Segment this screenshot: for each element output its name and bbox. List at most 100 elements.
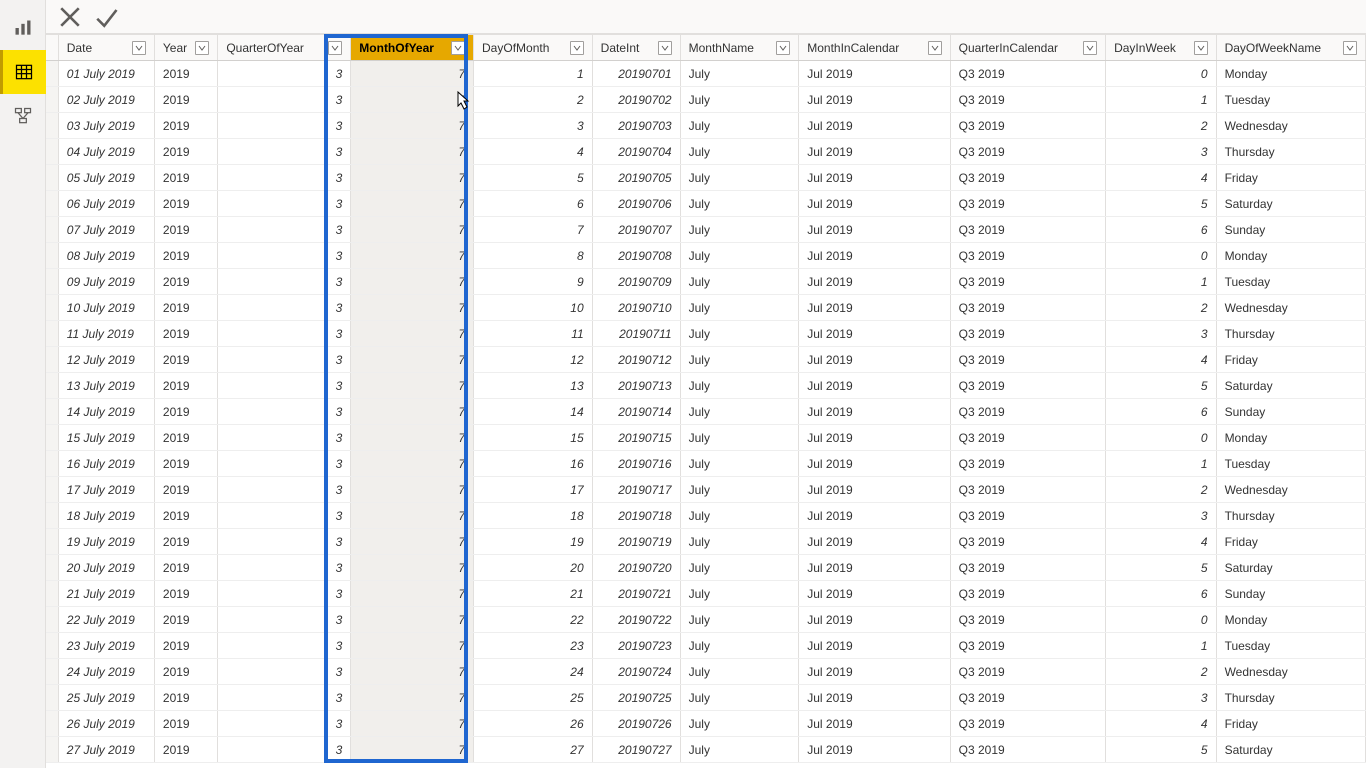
cell-dateint[interactable]: 20190727 [592, 737, 680, 763]
cell-quarterofyear[interactable]: 3 [218, 451, 351, 477]
cell-monthname[interactable]: July [680, 503, 799, 529]
cell-dateint[interactable]: 20190718 [592, 503, 680, 529]
cell-quarterincalendar[interactable]: Q3 2019 [950, 347, 1105, 373]
cell-quarterincalendar[interactable]: Q3 2019 [950, 685, 1105, 711]
cell-dayofmonth[interactable]: 10 [474, 295, 593, 321]
cell-quarterofyear[interactable]: 3 [218, 87, 351, 113]
cell-quarterincalendar[interactable]: Q3 2019 [950, 477, 1105, 503]
cell-dayofmonth[interactable]: 16 [474, 451, 593, 477]
cell-quarterofyear[interactable]: 3 [218, 399, 351, 425]
cell-dayinweek[interactable]: 0 [1106, 61, 1216, 87]
formula-input[interactable] [128, 5, 1356, 29]
cell-quarterofyear[interactable]: 3 [218, 191, 351, 217]
cell-year[interactable]: 2019 [154, 321, 217, 347]
cell-dayofmonth[interactable]: 17 [474, 477, 593, 503]
cell-year[interactable]: 2019 [154, 659, 217, 685]
cell-quarterofyear[interactable]: 3 [218, 139, 351, 165]
table-row[interactable]: 14 July 20192019371420190714JulyJul 2019… [46, 399, 1366, 425]
table-row[interactable]: 10 July 20192019371020190710JulyJul 2019… [46, 295, 1366, 321]
cell-quarterofyear[interactable]: 3 [218, 633, 351, 659]
column-filter-button[interactable] [328, 41, 342, 55]
column-filter-button[interactable] [658, 41, 672, 55]
cell-monthname[interactable]: July [680, 607, 799, 633]
cell-dayofmonth[interactable]: 25 [474, 685, 593, 711]
cell-dayinweek[interactable]: 4 [1106, 347, 1216, 373]
cell-monthincalendar[interactable]: Jul 2019 [799, 191, 950, 217]
cell-quarterincalendar[interactable]: Q3 2019 [950, 113, 1105, 139]
cell-year[interactable]: 2019 [154, 711, 217, 737]
cell-dayofweekname[interactable]: Friday [1216, 529, 1365, 555]
cell-dayofweekname[interactable]: Tuesday [1216, 451, 1365, 477]
cell-monthincalendar[interactable]: Jul 2019 [799, 555, 950, 581]
cell-dayofweekname[interactable]: Monday [1216, 607, 1365, 633]
cell-dateint[interactable]: 20190708 [592, 243, 680, 269]
cell-monthincalendar[interactable]: Jul 2019 [799, 451, 950, 477]
table-row[interactable]: 05 July 2019201937520190705JulyJul 2019Q… [46, 165, 1366, 191]
cell-monthincalendar[interactable]: Jul 2019 [799, 581, 950, 607]
cell-dayofweekname[interactable]: Thursday [1216, 503, 1365, 529]
cell-monthname[interactable]: July [680, 633, 799, 659]
cell-quarterincalendar[interactable]: Q3 2019 [950, 529, 1105, 555]
cell-dayinweek[interactable]: 5 [1106, 191, 1216, 217]
table-row[interactable]: 07 July 2019201937720190707JulyJul 2019Q… [46, 217, 1366, 243]
table-row[interactable]: 24 July 20192019372420190724JulyJul 2019… [46, 659, 1366, 685]
cell-monthname[interactable]: July [680, 529, 799, 555]
cell-monthofyear[interactable]: 7 [351, 217, 474, 243]
cell-monthincalendar[interactable]: Jul 2019 [799, 165, 950, 191]
cell-date[interactable]: 15 July 2019 [58, 425, 154, 451]
cell-monthname[interactable]: July [680, 139, 799, 165]
cell-quarterincalendar[interactable]: Q3 2019 [950, 217, 1105, 243]
cell-monthofyear[interactable]: 7 [351, 295, 474, 321]
cell-dateint[interactable]: 20190719 [592, 529, 680, 555]
cell-monthincalendar[interactable]: Jul 2019 [799, 711, 950, 737]
cell-quarterofyear[interactable]: 3 [218, 477, 351, 503]
column-filter-button[interactable] [570, 41, 584, 55]
table-row[interactable]: 26 July 20192019372620190726JulyJul 2019… [46, 711, 1366, 737]
cell-monthname[interactable]: July [680, 243, 799, 269]
cell-monthofyear[interactable]: 7 [351, 711, 474, 737]
cell-year[interactable]: 2019 [154, 139, 217, 165]
cell-dayofmonth[interactable]: 8 [474, 243, 593, 269]
cell-quarterincalendar[interactable]: Q3 2019 [950, 243, 1105, 269]
cell-monthname[interactable]: July [680, 451, 799, 477]
cell-quarterofyear[interactable]: 3 [218, 711, 351, 737]
cell-quarterofyear[interactable]: 3 [218, 529, 351, 555]
cell-quarterofyear[interactable]: 3 [218, 373, 351, 399]
cell-dateint[interactable]: 20190721 [592, 581, 680, 607]
cell-monthofyear[interactable]: 7 [351, 113, 474, 139]
cell-quarterofyear[interactable]: 3 [218, 165, 351, 191]
cell-quarterincalendar[interactable]: Q3 2019 [950, 581, 1105, 607]
cell-monthincalendar[interactable]: Jul 2019 [799, 503, 950, 529]
cell-year[interactable]: 2019 [154, 503, 217, 529]
cell-monthofyear[interactable]: 7 [351, 347, 474, 373]
cell-dateint[interactable]: 20190702 [592, 87, 680, 113]
cell-dayofmonth[interactable]: 4 [474, 139, 593, 165]
cell-dayofmonth[interactable]: 24 [474, 659, 593, 685]
cell-monthofyear[interactable]: 7 [351, 477, 474, 503]
cell-monthincalendar[interactable]: Jul 2019 [799, 217, 950, 243]
table-row[interactable]: 18 July 20192019371820190718JulyJul 2019… [46, 503, 1366, 529]
cell-dayinweek[interactable]: 3 [1106, 139, 1216, 165]
model-view-button[interactable] [0, 94, 46, 138]
cell-dayofweekname[interactable]: Friday [1216, 711, 1365, 737]
cell-monthofyear[interactable]: 7 [351, 685, 474, 711]
cell-dateint[interactable]: 20190701 [592, 61, 680, 87]
cell-date[interactable]: 13 July 2019 [58, 373, 154, 399]
table-row[interactable]: 20 July 20192019372020190720JulyJul 2019… [46, 555, 1366, 581]
cell-monthincalendar[interactable]: Jul 2019 [799, 633, 950, 659]
cell-date[interactable]: 11 July 2019 [58, 321, 154, 347]
cell-year[interactable]: 2019 [154, 555, 217, 581]
cell-quarterofyear[interactable]: 3 [218, 269, 351, 295]
cell-dateint[interactable]: 20190710 [592, 295, 680, 321]
cell-quarterincalendar[interactable]: Q3 2019 [950, 659, 1105, 685]
cell-year[interactable]: 2019 [154, 269, 217, 295]
table-row[interactable]: 08 July 2019201937820190708JulyJul 2019Q… [46, 243, 1366, 269]
cell-dayofweekname[interactable]: Thursday [1216, 321, 1365, 347]
table-row[interactable]: 06 July 2019201937620190706JulyJul 2019Q… [46, 191, 1366, 217]
column-header-dateint[interactable]: DateInt [592, 35, 680, 61]
cell-quarterincalendar[interactable]: Q3 2019 [950, 373, 1105, 399]
cell-dayofweekname[interactable]: Monday [1216, 425, 1365, 451]
cell-date[interactable]: 21 July 2019 [58, 581, 154, 607]
cell-date[interactable]: 17 July 2019 [58, 477, 154, 503]
table-row[interactable]: 22 July 20192019372220190722JulyJul 2019… [46, 607, 1366, 633]
